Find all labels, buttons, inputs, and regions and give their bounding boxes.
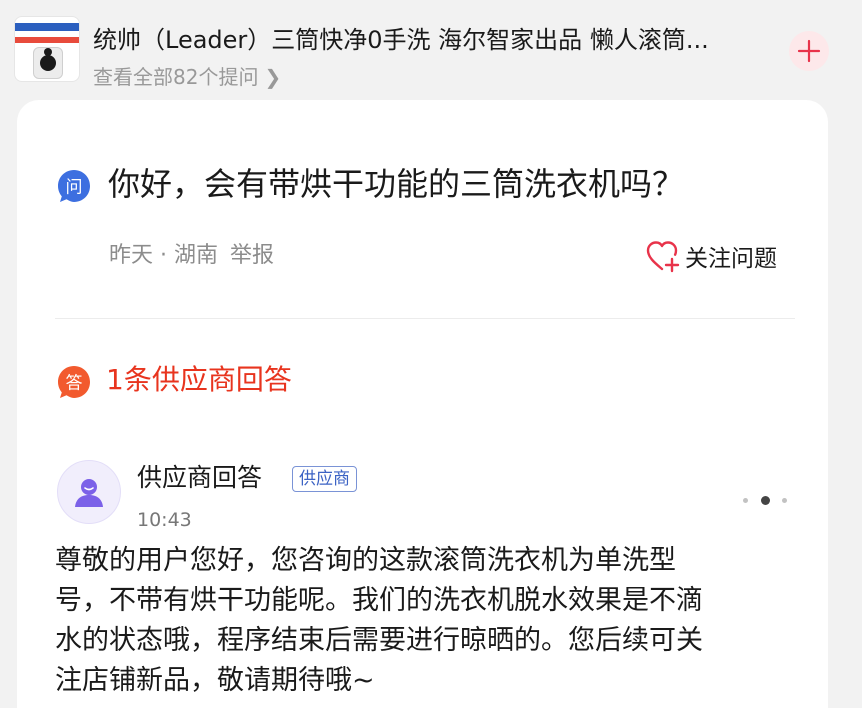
report-link[interactable]: 举报 (230, 243, 274, 268)
user-avatar-icon (75, 479, 103, 507)
answer-line-2: 号，不带有烘干功能呢。 (55, 585, 352, 616)
chevron-right-icon: ❯ (264, 65, 282, 89)
question-text: 你好，会有带烘干功能的三筒洗衣机吗？ (108, 165, 685, 203)
svg-text:问: 问 (66, 178, 83, 198)
answer-count: 1条供应商回答 (106, 363, 292, 396)
heart-plus-icon (646, 241, 680, 273)
question-card: 问 你好，会有带烘干功能的三筒洗衣机吗？ 昨天 · 湖南 举报 关注问题 答 1条… (17, 100, 828, 708)
answer-author: 供应商回答 (137, 463, 263, 492)
answer-badge-icon: 答 (58, 366, 90, 398)
answer-time: 10:43 (137, 509, 192, 531)
add-button[interactable] (789, 31, 829, 71)
answer-text: 尊敬的用户您好，您咨询的这款滚筒洗衣机为单洗型 号，不带有烘干功能呢。我们的洗衣… (55, 541, 815, 701)
question-badge-icon: 问 (58, 170, 90, 202)
product-thumbnail[interactable] (14, 16, 80, 82)
more-dots-icon[interactable] (743, 492, 787, 508)
follow-label: 关注问题 (685, 246, 777, 272)
answer-line-2b: 我们的洗衣机脱水效果是不滴 (352, 585, 703, 616)
answer-line-4: 注店铺新品，敬请期待哦~ (55, 665, 375, 696)
svg-text:答: 答 (66, 374, 83, 394)
answer-line-1: 尊敬的用户您好，您咨询的这款滚筒洗衣机为单洗型 (55, 545, 676, 576)
follow-question-button[interactable]: 关注问题 (645, 237, 777, 275)
product-title[interactable]: 统帅（Leader）三筒快净0手洗 海尔智家出品 懒人滚筒... (93, 22, 783, 58)
product-header: 统帅（Leader）三筒快净0手洗 海尔智家出品 懒人滚筒... 查看全部82个… (0, 0, 862, 100)
supplier-badge: 供应商 (292, 466, 357, 492)
view-all-label: 查看全部82个提问 (93, 65, 259, 89)
plus-icon (797, 39, 821, 63)
divider (55, 318, 795, 319)
answer-line-3: 水的状态哦，程序结束后需要进行晾晒的。您后续可关 (55, 625, 703, 656)
question-meta: 昨天 · 湖南 举报 (109, 240, 274, 272)
question-time-location: 昨天 · 湖南 (109, 243, 218, 268)
avatar[interactable] (57, 460, 121, 524)
view-all-questions-link[interactable]: 查看全部82个提问 ❯ (93, 63, 281, 91)
